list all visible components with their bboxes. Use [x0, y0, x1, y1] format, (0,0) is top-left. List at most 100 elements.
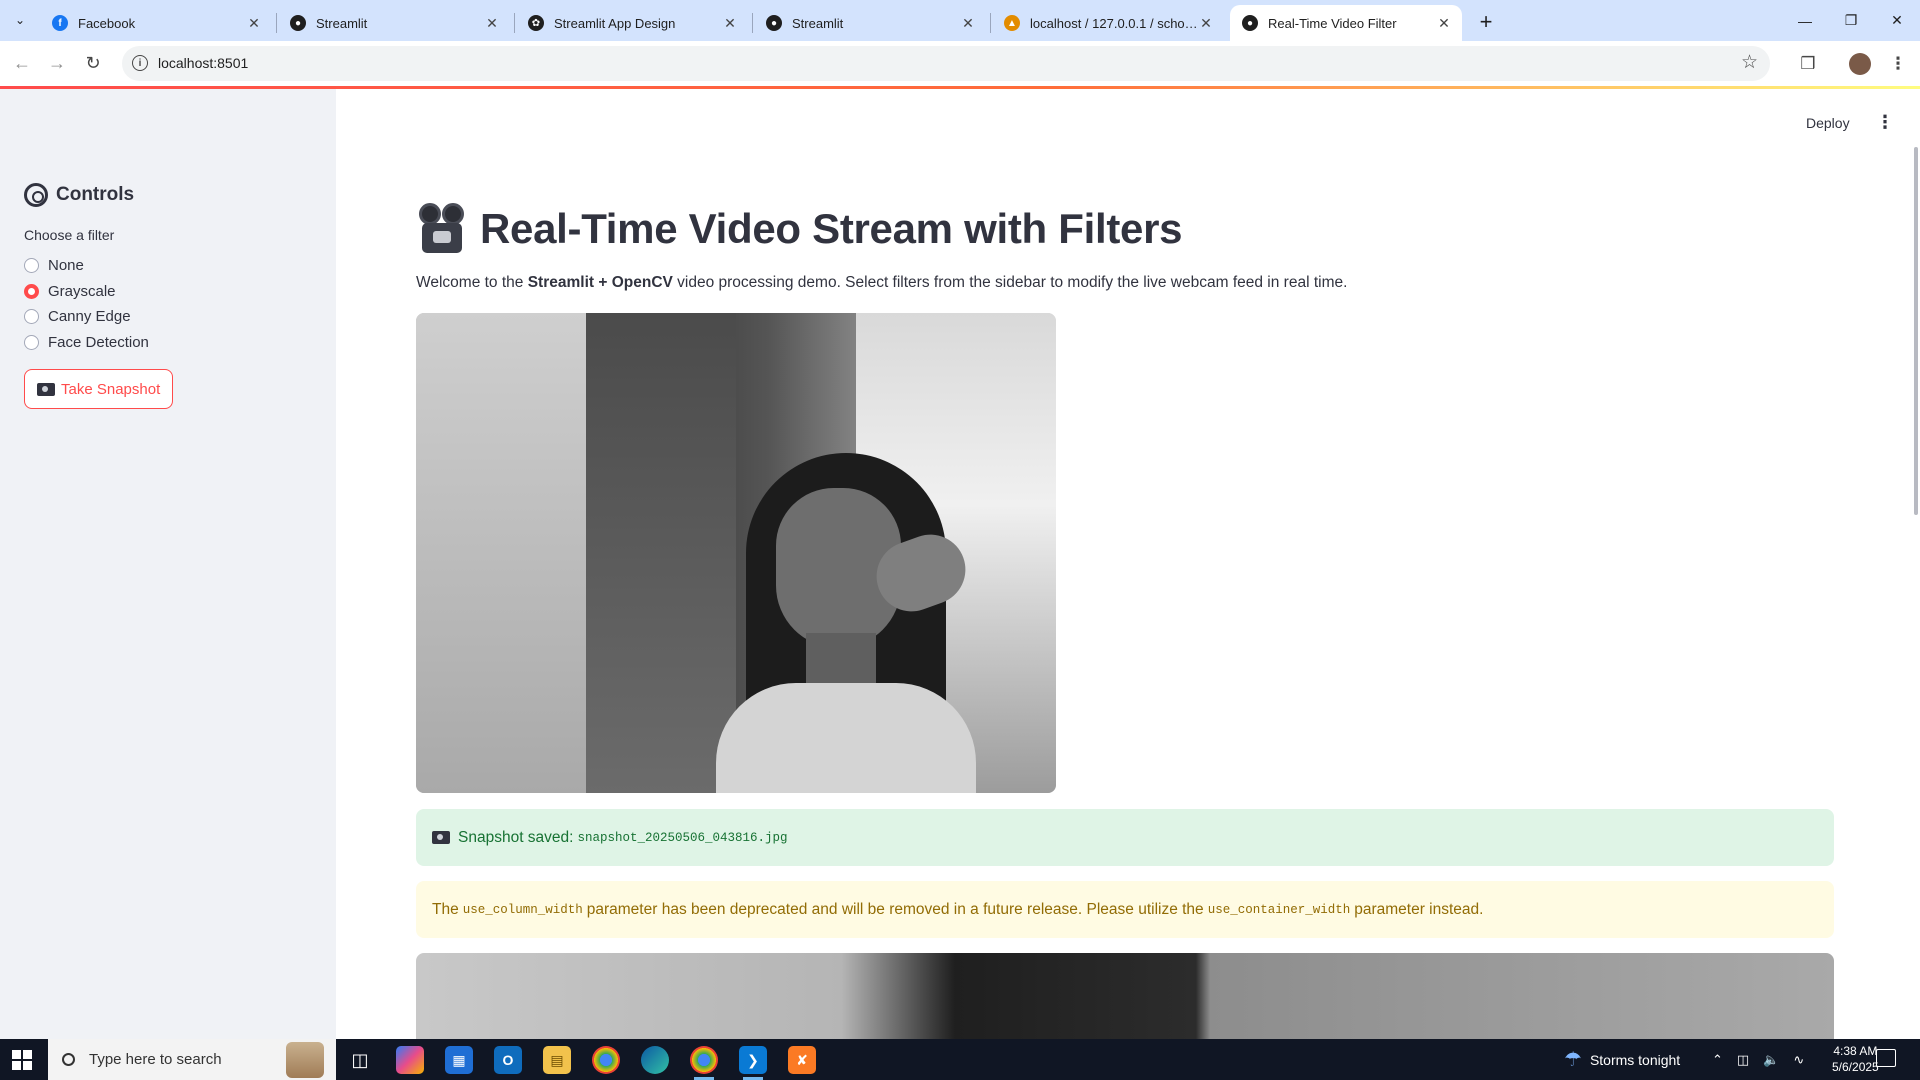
- snapshot-button-label: Take Snapshot: [61, 380, 161, 398]
- wifi-icon[interactable]: ∿: [1793, 1052, 1804, 1068]
- filter-radio-group: None Grayscale Canny Edge Face Detection: [24, 253, 149, 355]
- tab-title: Streamlit App Design: [554, 15, 676, 31]
- clock-date: 5/6/2025: [1832, 1060, 1879, 1074]
- camera-icon: [37, 382, 55, 396]
- clock-time: 4:38 AM: [1833, 1044, 1878, 1058]
- windows-start-icon[interactable]: [12, 1050, 32, 1070]
- volume-icon[interactable]: 🔈: [1763, 1052, 1779, 1068]
- filter-label: Choose a filter: [24, 227, 115, 243]
- outlook-icon[interactable]: O: [494, 1046, 522, 1074]
- tab-phpmyadmin[interactable]: ▲ localhost / 127.0.0.1 / school_sy ✕: [992, 5, 1224, 41]
- minimize-icon[interactable]: —: [1782, 0, 1828, 41]
- openai-icon: ✿: [528, 15, 544, 31]
- radio-canny-edge[interactable]: Canny Edge: [24, 304, 149, 330]
- sidebar: Controls Choose a filter None Grayscale …: [0, 89, 336, 1039]
- take-snapshot-button[interactable]: Take Snapshot: [24, 369, 174, 409]
- reload-icon[interactable]: ↻: [79, 49, 107, 77]
- streamlit-icon: ●: [1242, 15, 1258, 31]
- tab-title: Real-Time Video Filter: [1268, 15, 1397, 31]
- url-text: localhost:8501: [158, 55, 249, 71]
- intro-text: Welcome to the Streamlit + OpenCV video …: [416, 274, 1348, 291]
- radio-circle-icon[interactable]: [24, 334, 39, 350]
- radio-label: None: [48, 257, 84, 275]
- notifications-icon[interactable]: [1876, 1049, 1896, 1067]
- search-icon: [62, 1053, 75, 1066]
- task-view-icon[interactable]: ◫: [346, 1046, 374, 1074]
- browser-menu-icon[interactable]: ⋮: [1886, 52, 1910, 76]
- tab-close-icon[interactable]: ✕: [960, 15, 976, 31]
- restore-icon[interactable]: ❐: [1828, 0, 1874, 41]
- streamlit-icon: ●: [290, 15, 306, 31]
- browser-toolbar: ← → ↻ i localhost:8501 ☆ ❒ ⋮: [0, 41, 1920, 86]
- scrollbar[interactable]: [1914, 147, 1918, 515]
- tab-streamlit-1[interactable]: ● Streamlit ✕: [278, 5, 510, 41]
- radio-label: Face Detection: [48, 333, 149, 351]
- page-title: Real-Time Video Stream with Filters: [416, 203, 1182, 255]
- profile-avatar[interactable]: [1848, 52, 1872, 76]
- warning-code: use_container_width: [1207, 902, 1351, 917]
- sidebar-title: Controls: [56, 184, 135, 205]
- deploy-button[interactable]: Deploy: [1806, 115, 1850, 131]
- app-menu-icon[interactable]: ⋮: [1876, 113, 1894, 131]
- copilot-icon[interactable]: [396, 1046, 424, 1074]
- chrome-profile-icon[interactable]: [690, 1046, 718, 1080]
- tab-real-time-video-filter[interactable]: ● Real-Time Video Filter ✕: [1230, 5, 1462, 41]
- battery-icon[interactable]: ◫: [1737, 1052, 1749, 1068]
- success-text: Snapshot saved:: [458, 828, 574, 846]
- tab-close-icon[interactable]: ✕: [722, 15, 738, 31]
- site-info-icon[interactable]: i: [132, 55, 148, 71]
- forward-icon[interactable]: →: [43, 49, 71, 77]
- snapshot-image: [416, 953, 1834, 1039]
- clock[interactable]: 4:38 AM 5/6/2025: [1832, 1043, 1879, 1075]
- film-projector-icon: [416, 203, 468, 255]
- facebook-icon: f: [52, 15, 68, 31]
- tab-streamlit-2[interactable]: ● Streamlit ✕: [754, 5, 986, 41]
- address-bar[interactable]: i localhost:8501 ☆: [122, 46, 1770, 81]
- xampp-icon[interactable]: ✘: [788, 1046, 816, 1074]
- tab-close-icon[interactable]: ✕: [246, 15, 262, 31]
- store-icon[interactable]: ▦: [445, 1046, 473, 1074]
- tab-close-icon[interactable]: ✕: [1198, 15, 1214, 31]
- tab-close-icon[interactable]: ✕: [484, 15, 500, 31]
- chrome-icon[interactable]: [592, 1046, 620, 1074]
- radio-face-detection[interactable]: Face Detection: [24, 330, 149, 356]
- avatar: [1849, 53, 1871, 75]
- edge-icon[interactable]: [641, 1046, 669, 1074]
- radio-grayscale[interactable]: Grayscale: [24, 279, 149, 305]
- warning-code: use_column_width: [462, 902, 583, 917]
- radio-label: Canny Edge: [48, 308, 131, 326]
- radio-circle-icon[interactable]: [24, 309, 39, 325]
- taskbar-search[interactable]: Type here to search: [48, 1039, 336, 1080]
- video-frame: [416, 313, 1056, 793]
- tab-close-icon[interactable]: ✕: [1436, 15, 1452, 31]
- back-icon[interactable]: ←: [8, 49, 36, 77]
- sidebar-header: Controls: [24, 183, 134, 207]
- radio-none[interactable]: None: [24, 253, 149, 279]
- tab-title: Facebook: [78, 15, 136, 31]
- new-tab-button[interactable]: +: [1472, 8, 1500, 36]
- radio-selected-icon[interactable]: [24, 283, 39, 299]
- tab-facebook[interactable]: f Facebook ✕: [40, 5, 272, 41]
- gear-icon: [24, 183, 48, 207]
- search-placeholder: Type here to search: [89, 1051, 222, 1068]
- taskbar: Type here to search ◫ ▦ O ▤ ❯ ✘ ☂ Storms…: [0, 1039, 1920, 1080]
- extensions-icon[interactable]: ❒: [1796, 52, 1820, 76]
- chevron-up-icon[interactable]: ⌃: [1712, 1052, 1723, 1068]
- bookmark-star-icon[interactable]: ☆: [1741, 51, 1758, 74]
- file-explorer-icon[interactable]: ▤: [543, 1046, 571, 1074]
- tab-title: Streamlit: [316, 15, 368, 31]
- weather-widget[interactable]: ☂ Storms tonight: [1564, 1039, 1680, 1080]
- radio-circle-icon[interactable]: [24, 258, 39, 274]
- browser-tabstrip: ⌄ f Facebook ✕ ● Streamlit ✕ ✿ Streamlit…: [0, 0, 1920, 41]
- system-tray: ⌃ ◫ 🔈 ∿: [1712, 1039, 1804, 1080]
- warning-text: parameter has been deprecated and will b…: [586, 900, 1204, 918]
- tab-search-chevron-icon[interactable]: ⌄: [8, 8, 32, 32]
- warning-text: The: [432, 900, 459, 918]
- close-window-icon[interactable]: ✕: [1874, 0, 1920, 41]
- vscode-icon[interactable]: ❯: [739, 1046, 767, 1080]
- tab-streamlit-app-design[interactable]: ✿ Streamlit App Design ✕: [516, 5, 748, 41]
- warning-text: parameter instead.: [1354, 900, 1484, 918]
- streamlit-icon: ●: [766, 15, 782, 31]
- weather-text: Storms tonight: [1589, 1051, 1681, 1068]
- main-content: Deploy ⋮ Real-Time Video Stream with Fil…: [336, 89, 1920, 1039]
